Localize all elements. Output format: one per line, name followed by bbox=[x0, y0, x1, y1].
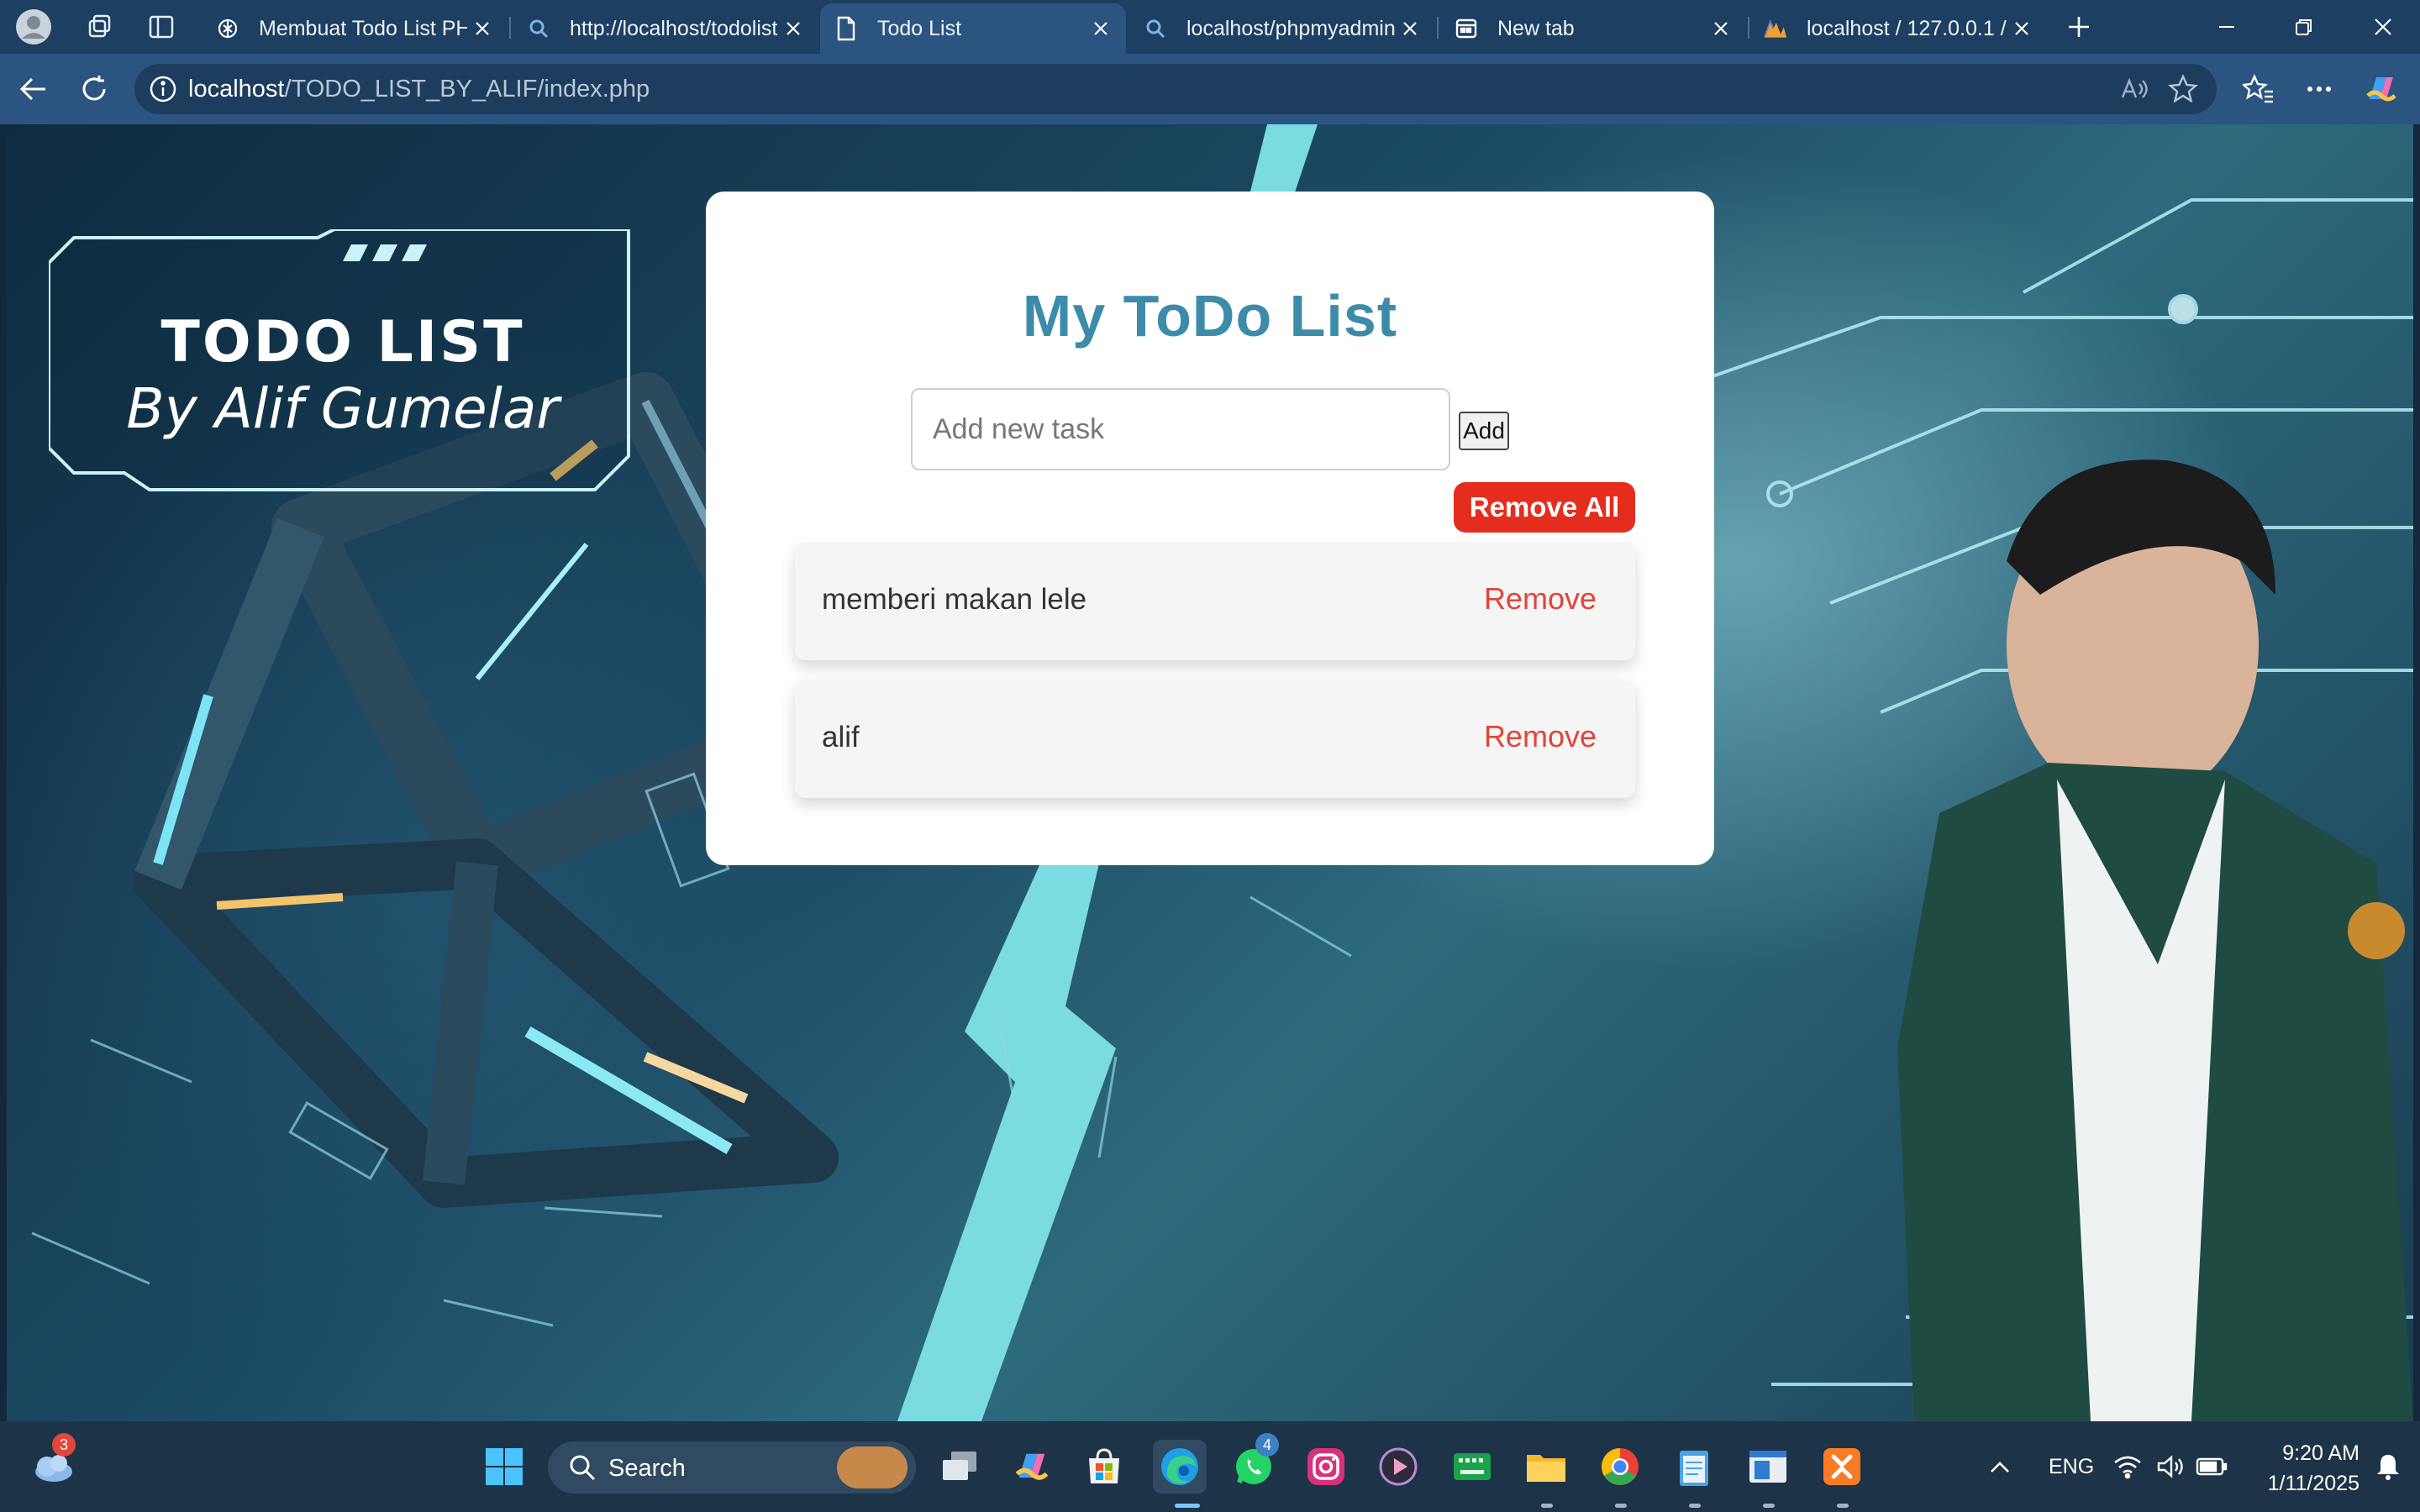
tab-todo-list[interactable]: Todo List bbox=[820, 3, 1126, 54]
remove-task-link[interactable]: Remove bbox=[1484, 581, 1597, 617]
volume-icon[interactable] bbox=[2151, 1440, 2191, 1494]
task-item: memberi makan lele Remove bbox=[795, 543, 1635, 660]
task-text: alif bbox=[822, 721, 860, 753]
close-icon[interactable] bbox=[1395, 13, 1425, 44]
url-text[interactable]: localhost/TODO_LIST_BY_ALIF/index.php bbox=[188, 76, 650, 103]
windows-taskbar: 3 Search 4 ENG 9:20 AM 1/11/2025 bbox=[0, 1421, 2420, 1512]
chatgpt-icon bbox=[215, 16, 240, 41]
profile-avatar-icon[interactable] bbox=[13, 7, 54, 47]
remove-task-link[interactable]: Remove bbox=[1484, 719, 1597, 754]
xampp-icon[interactable] bbox=[1815, 1440, 1869, 1494]
tab-title: http://localhost/todolist bbox=[570, 16, 778, 40]
tab-phpmyadmin[interactable]: localhost / 127.0.0.1 / t bbox=[1749, 3, 2047, 54]
page-title: My ToDo List bbox=[1022, 283, 1398, 349]
code-editor-icon[interactable] bbox=[1741, 1440, 1795, 1494]
remove-all-button[interactable]: Remove All bbox=[1454, 482, 1635, 533]
copilot-icon[interactable] bbox=[2360, 67, 2403, 111]
chrome-icon[interactable] bbox=[1593, 1440, 1647, 1494]
restore-icon[interactable] bbox=[2270, 7, 2338, 47]
media-player-icon[interactable] bbox=[1371, 1440, 1425, 1494]
address-bar[interactable]: localhost/TODO_LIST_BY_ALIF/index.php bbox=[134, 64, 2217, 114]
tab-title: New tab bbox=[1497, 16, 1575, 40]
copilot-icon[interactable] bbox=[1005, 1440, 1059, 1494]
search-icon bbox=[1143, 16, 1168, 41]
close-icon[interactable] bbox=[1086, 13, 1116, 44]
notification-bell-icon[interactable] bbox=[2368, 1440, 2408, 1494]
close-icon[interactable] bbox=[467, 13, 497, 44]
tab-title: Membuat Todo List PHP bbox=[259, 16, 467, 40]
active-app-indicator bbox=[1175, 1504, 1200, 1508]
minimize-icon[interactable] bbox=[2193, 7, 2260, 47]
close-icon[interactable] bbox=[2007, 13, 2037, 44]
instagram-icon[interactable] bbox=[1299, 1440, 1353, 1494]
close-window-icon[interactable] bbox=[2349, 7, 2417, 47]
favorite-star-icon[interactable] bbox=[2168, 74, 2198, 104]
battery-icon[interactable] bbox=[2191, 1440, 2232, 1494]
running-indicator bbox=[1689, 1504, 1701, 1508]
running-indicator bbox=[1837, 1504, 1849, 1508]
running-indicator bbox=[1615, 1504, 1627, 1508]
task-text: memberi makan lele bbox=[822, 583, 1087, 616]
url-host: localhost bbox=[188, 76, 285, 102]
file-explorer-icon[interactable] bbox=[1519, 1440, 1573, 1494]
todo-card: My ToDo List Add Remove All memberi maka… bbox=[706, 192, 1714, 865]
tab-membuat-todo[interactable]: Membuat Todo List PHP bbox=[202, 3, 508, 54]
tab-strip: Membuat Todo List PHP http://localhost/t… bbox=[0, 0, 2420, 54]
windows-start-icon[interactable] bbox=[477, 1440, 531, 1494]
chevron-up-icon[interactable] bbox=[1980, 1440, 2020, 1494]
running-indicator bbox=[1541, 1504, 1553, 1508]
tab-phpmyadmin-search[interactable]: localhost/phpmyadmin bbox=[1129, 3, 1435, 54]
search-icon bbox=[570, 1455, 596, 1481]
tab-title: localhost/phpmyadmin bbox=[1186, 16, 1395, 40]
newtab-icon bbox=[1454, 16, 1479, 41]
weather-badge: 3 bbox=[52, 1433, 76, 1457]
browser-toolbar: localhost/TODO_LIST_BY_ALIF/index.php bbox=[0, 54, 2420, 124]
site-info-icon[interactable] bbox=[148, 74, 178, 104]
clock-time[interactable]: 9:20 AM bbox=[2272, 1441, 2360, 1466]
taskbar-search[interactable]: Search bbox=[548, 1441, 916, 1494]
running-indicator bbox=[1763, 1504, 1775, 1508]
page-viewport: TODO LIST By Alif Gumelar My ToDo List A… bbox=[7, 124, 2413, 1421]
close-icon[interactable] bbox=[1706, 13, 1736, 44]
new-tab-plus-icon[interactable] bbox=[2059, 7, 2099, 47]
read-aloud-icon[interactable] bbox=[2119, 74, 2149, 104]
search-label: Search bbox=[608, 1455, 686, 1482]
clock-date[interactable]: 1/11/2025 bbox=[2252, 1472, 2360, 1496]
phpmyadmin-icon bbox=[1763, 16, 1788, 41]
banner-title: TODO LIST bbox=[160, 309, 525, 375]
more-menu-icon[interactable] bbox=[2297, 67, 2341, 111]
page-icon bbox=[834, 16, 859, 41]
whatsapp-badge: 4 bbox=[1255, 1433, 1279, 1457]
keyboard-app-icon[interactable] bbox=[1445, 1440, 1499, 1494]
refresh-icon[interactable] bbox=[72, 67, 116, 111]
tab-divider bbox=[1437, 17, 1439, 39]
tab-new-tab[interactable]: New tab bbox=[1440, 3, 1746, 54]
tab-divider bbox=[509, 17, 511, 39]
microsoft-store-icon[interactable] bbox=[1077, 1440, 1131, 1494]
wifi-icon[interactable] bbox=[2107, 1440, 2148, 1494]
new-task-input[interactable] bbox=[911, 388, 1450, 470]
tab-title: localhost / 127.0.0.1 / t bbox=[1807, 16, 2007, 40]
task-item: alif Remove bbox=[795, 680, 1635, 798]
tab-localhost-todolist[interactable]: http://localhost/todolist bbox=[513, 3, 818, 54]
search-highlight-icon bbox=[837, 1446, 908, 1488]
workspaces-icon[interactable] bbox=[81, 7, 121, 47]
banner-author: By Alif Gumelar bbox=[126, 376, 560, 441]
edge-browser-icon[interactable] bbox=[1153, 1440, 1207, 1494]
favorites-icon[interactable] bbox=[2237, 67, 2281, 111]
back-arrow-icon[interactable] bbox=[12, 67, 55, 111]
url-path: /TODO_LIST_BY_ALIF/index.php bbox=[284, 76, 650, 102]
task-view-icon[interactable] bbox=[933, 1440, 986, 1494]
language-indicator[interactable]: ENG bbox=[2049, 1455, 2094, 1479]
close-icon[interactable] bbox=[778, 13, 808, 44]
vertical-tabs-icon[interactable] bbox=[141, 7, 182, 47]
notepad-icon[interactable] bbox=[1667, 1440, 1721, 1494]
tab-title: Todo List bbox=[877, 16, 962, 40]
search-icon bbox=[526, 16, 551, 41]
add-task-button[interactable]: Add bbox=[1459, 412, 1509, 450]
